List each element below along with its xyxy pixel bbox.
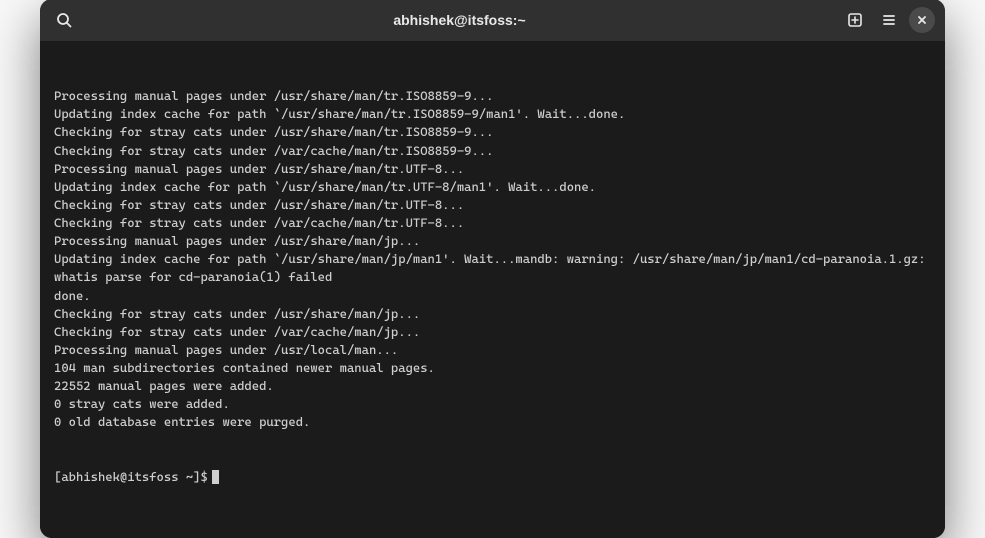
terminal-line: Checking for stray cats under /var/cache…: [54, 142, 931, 160]
terminal-line: Checking for stray cats under /var/cache…: [54, 214, 931, 232]
close-icon[interactable]: [909, 7, 935, 33]
terminal-line: Updating index cache for path `/usr/shar…: [54, 105, 931, 123]
terminal-line: Updating index cache for path `/usr/shar…: [54, 178, 931, 196]
terminal-output[interactable]: Processing manual pages under /usr/share…: [40, 41, 945, 538]
terminal-line: Checking for stray cats under /usr/share…: [54, 123, 931, 141]
terminal-line: Processing manual pages under /usr/share…: [54, 160, 931, 178]
menu-icon[interactable]: [875, 6, 903, 34]
prompt-line: [abhishek@itsfoss ~]$: [54, 468, 931, 486]
terminal-line: 104 man subdirectories contained newer m…: [54, 359, 931, 377]
new-tab-icon[interactable]: [841, 6, 869, 34]
search-icon[interactable]: [50, 6, 78, 34]
terminal-line: Processing manual pages under /usr/local…: [54, 341, 931, 359]
shell-prompt: [abhishek@itsfoss ~]$: [54, 468, 208, 486]
terminal-line: Checking for stray cats under /usr/share…: [54, 305, 931, 323]
window-title: abhishek@itsfoss:~: [84, 12, 835, 28]
terminal-window: abhishek@itsfoss:~ Processing manual pag…: [40, 0, 945, 538]
terminal-line: 0 stray cats were added.: [54, 395, 931, 413]
terminal-line: 22552 manual pages were added.: [54, 377, 931, 395]
terminal-line: Processing manual pages under /usr/share…: [54, 87, 931, 105]
terminal-line: Updating index cache for path `/usr/shar…: [54, 250, 931, 286]
titlebar: abhishek@itsfoss:~: [40, 0, 945, 41]
terminal-line: Checking for stray cats under /usr/share…: [54, 196, 931, 214]
cursor-icon: [212, 470, 219, 484]
terminal-line: done.: [54, 287, 931, 305]
terminal-line: Checking for stray cats under /var/cache…: [54, 323, 931, 341]
terminal-line: Processing manual pages under /usr/share…: [54, 232, 931, 250]
terminal-line: 0 old database entries were purged.: [54, 413, 931, 431]
